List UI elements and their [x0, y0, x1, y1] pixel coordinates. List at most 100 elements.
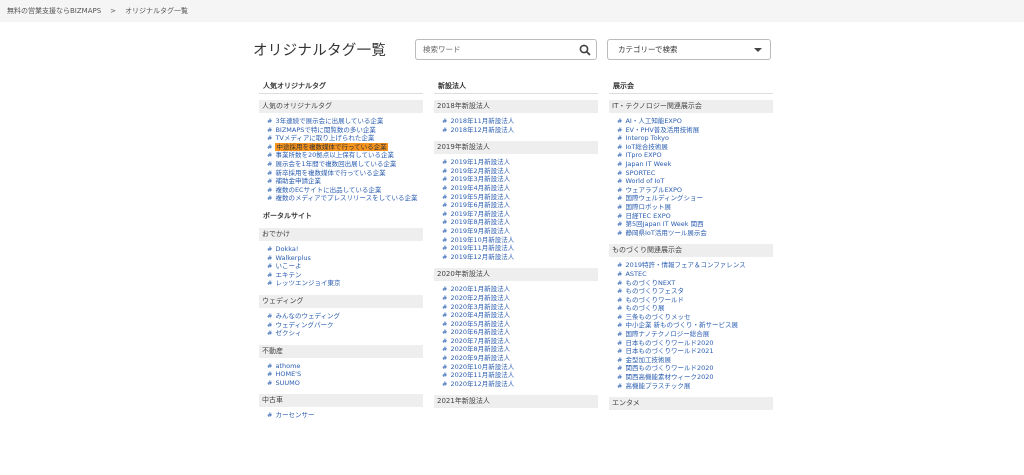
hash-prefix: # [442, 226, 448, 235]
tag-link[interactable]: 高機能プラスチック展 [625, 382, 690, 390]
tag-link[interactable]: 複数のECサイトに出品している企業 [275, 186, 381, 194]
tag-link[interactable]: 2019年8月新設法人 [450, 218, 510, 226]
tag-link[interactable]: 国際ロボット展 [625, 203, 671, 211]
hash-prefix: # [617, 364, 623, 373]
tag-link[interactable]: 2019年10月新設法人 [450, 236, 514, 244]
tag-link[interactable]: 事業所数を20拠点以上保有している企業 [275, 151, 394, 159]
tag-link[interactable]: 2019年2月新設法人 [450, 167, 510, 175]
tag-link[interactable]: 2019年9月新設法人 [450, 227, 510, 235]
tag-link[interactable]: 三条ものづくりメッセ [625, 313, 690, 321]
hash-prefix: # [267, 270, 273, 279]
tag-link[interactable]: 2019年4月新設法人 [450, 184, 510, 192]
tag-link-item: #2019年3月新設法人 [442, 175, 598, 184]
hash-prefix: # [617, 373, 623, 382]
tag-link[interactable]: ものづくりフェスタ [625, 287, 684, 295]
tag-link[interactable]: 複数のメディアでプレスリリースをしている企業 [275, 194, 417, 202]
hash-prefix: # [617, 338, 623, 347]
tag-link[interactable]: 日経TEC EXPO [625, 212, 670, 220]
tag-link[interactable]: 国際ウェルディングショー [625, 194, 703, 202]
tag-link[interactable]: 2020年11月新設法人 [450, 371, 514, 379]
tag-link[interactable]: ウェアラブルEXPO [625, 186, 682, 194]
tag-link[interactable]: ゼクシィ [275, 329, 301, 337]
tag-link-list: #2018年11月新設法人 #2018年12月新設法人 [434, 117, 598, 134]
tag-link[interactable]: 2019年6月新設法人 [450, 201, 510, 209]
tag-link[interactable]: TVメディアに取り上げられた企業 [275, 134, 374, 142]
tag-link[interactable]: 日本ものづくりワールド2021 [625, 347, 713, 355]
hash-prefix: # [267, 134, 273, 143]
tag-link-item: #2019年4月新設法人 [442, 184, 598, 193]
search-input[interactable] [423, 43, 573, 56]
tag-link[interactable]: 中小企業 新ものづくり・新サービス展 [625, 321, 738, 329]
tag-link[interactable]: World of IoT [625, 177, 664, 185]
tag-link[interactable]: SPORTEC [625, 169, 655, 177]
tag-link[interactable]: 2020年1月新設法人 [450, 285, 510, 293]
tag-link[interactable]: 2020年12月新設法人 [450, 380, 514, 388]
tag-link-item: # 国際ナノテクノロジー総合展 [617, 330, 773, 339]
hash-prefix: # [267, 185, 273, 194]
tag-link[interactable]: 2019年7月新設法人 [450, 210, 510, 218]
tag-link[interactable]: Dokka! [275, 245, 298, 253]
search-icon[interactable] [579, 44, 591, 56]
tag-link[interactable]: 2020年8月新設法人 [450, 345, 510, 353]
tag-link[interactable]: レッツエンジョイ東京 [275, 279, 340, 287]
tag-link[interactable]: ものづくり展 [625, 304, 664, 312]
tag-link[interactable]: 中途採用を複数媒体で行っている企業 [275, 142, 388, 151]
tag-link[interactable]: 2019特許・情報フェア＆コンファレンス [625, 261, 745, 269]
tag-link[interactable]: AI・人工知能EXPO [625, 117, 681, 125]
tag-link[interactable]: HOME'S [275, 370, 301, 378]
category-select[interactable]: カテゴリーで検索 [607, 39, 771, 60]
tag-link[interactable]: 2019年1月新設法人 [450, 158, 510, 166]
tag-link[interactable]: SUUMO [275, 379, 299, 387]
tag-link[interactable]: 3年連続で展示会に出展している企業 [275, 117, 383, 125]
tag-link[interactable]: 2020年7月新設法人 [450, 337, 510, 345]
tag-link[interactable]: EV・PHV普及活用技術展 [625, 126, 699, 134]
tag-link[interactable]: Japan IT Week [625, 160, 671, 168]
tag-link[interactable]: Interop Tokyo [625, 134, 668, 142]
tag-link[interactable]: ASTEC [625, 270, 646, 278]
tag-link[interactable]: 国際ナノテクノロジー総合展 [625, 330, 709, 338]
tag-link[interactable]: 2019年11月新設法人 [450, 244, 514, 252]
breadcrumb-home-link[interactable]: 無料の営業支援ならBIZMAPS [7, 7, 101, 15]
tag-link[interactable]: ウェディングパーク [275, 321, 333, 329]
tag-link[interactable]: Walkerplus [275, 254, 310, 262]
tag-link[interactable]: 2019年12月新設法人 [450, 253, 514, 261]
tag-link[interactable]: IoT総合技術展 [625, 143, 667, 151]
hash-prefix: # [617, 211, 623, 220]
tag-link[interactable]: BIZMAPSで特に閲覧数の多い企業 [275, 126, 375, 134]
tag-link-item: # 第5回Japan IT Week 関西 [617, 220, 773, 229]
tag-link[interactable]: 2020年10月新設法人 [450, 363, 514, 371]
tag-link[interactable]: ものづくりNEXT [625, 279, 675, 287]
hash-prefix: # [617, 261, 623, 270]
tag-link[interactable]: 2020年5月新設法人 [450, 320, 510, 328]
tag-link[interactable]: 2020年4月新設法人 [450, 311, 510, 319]
tag-link[interactable]: エキテン [275, 271, 301, 279]
tag-link[interactable]: 2019年3月新設法人 [450, 175, 510, 183]
tag-link[interactable]: 2020年3月新設法人 [450, 303, 510, 311]
tag-link[interactable]: 2020年6月新設法人 [450, 328, 510, 336]
hash-prefix: # [442, 379, 448, 388]
tag-link[interactable]: ITpro EXPO [625, 151, 661, 159]
tag-link[interactable]: 2018年11月新設法人 [450, 117, 514, 125]
tag-link[interactable]: 2019年5月新設法人 [450, 193, 510, 201]
tag-link[interactable]: ものづくりワールド [625, 296, 684, 304]
tag-link[interactable]: 関西ものづくりワールド2020 [625, 364, 713, 372]
tag-link[interactable]: みんなのウェディング [275, 312, 340, 320]
tag-link[interactable]: 金型加工技術展 [625, 356, 671, 364]
tag-link[interactable]: 静岡県IoT活用ツール展示会 [625, 229, 706, 237]
tag-link[interactable]: 関西高機能素材ウィーク2020 [625, 373, 713, 381]
tag-link[interactable]: いこーよ [275, 262, 301, 270]
tag-link[interactable]: 日本ものづくりワールド2020 [625, 339, 713, 347]
tag-link[interactable]: 2020年2月新設法人 [450, 294, 510, 302]
group-header: 2018年新設法人 [434, 100, 598, 113]
tag-link[interactable]: 展示会を1年間で複数回出展している企業 [275, 160, 396, 168]
tag-link[interactable]: 補助金申請企業 [275, 177, 321, 185]
tag-link[interactable]: athome [275, 362, 300, 370]
hash-prefix: # [617, 278, 623, 287]
tag-link[interactable]: 第5回Japan IT Week 関西 [625, 220, 703, 228]
tag-link[interactable]: 新卒採用を複数媒体で行っている企業 [275, 169, 385, 177]
tag-link[interactable]: 2020年9月新設法人 [450, 354, 510, 362]
tag-link[interactable]: 2018年12月新設法人 [450, 126, 514, 134]
column-header: 新設法人 [434, 80, 598, 94]
hash-prefix: # [617, 177, 623, 186]
tag-link[interactable]: カーセンサー [275, 411, 314, 419]
